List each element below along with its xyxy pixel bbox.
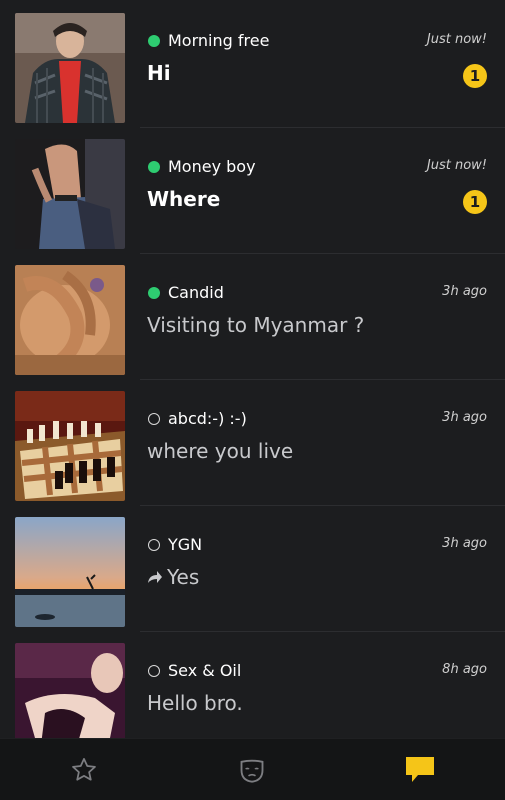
profile-photo[interactable]: [15, 13, 125, 123]
offline-status-icon: [148, 539, 160, 551]
message-preview: Hello bro.: [147, 691, 243, 715]
profile-photo[interactable]: [15, 139, 125, 249]
message-text: Yes: [167, 565, 200, 589]
conversation-row[interactable]: Money boy Just now! Where 1: [0, 128, 505, 254]
profile-photo[interactable]: [15, 391, 125, 501]
message-text: Where: [147, 187, 221, 211]
conversation-row[interactable]: abcd:-) :-) 3h ago where you live: [0, 380, 505, 506]
online-status-icon: [148, 161, 160, 173]
message-time: 3h ago: [442, 284, 487, 299]
online-status-icon: [148, 35, 160, 47]
contact-name: YGN: [168, 535, 203, 554]
contact-name: Money boy: [168, 157, 256, 176]
star-icon: [72, 757, 96, 781]
chat-bubble-icon: [406, 756, 434, 782]
tab-browse[interactable]: [168, 739, 336, 800]
contact-name: Candid: [168, 283, 224, 302]
message-preview: Where: [147, 187, 220, 211]
message-text: Hi: [147, 61, 171, 85]
contact-name: Sex & Oil: [168, 661, 242, 680]
conversation-list: Morning free Just now! Hi 1 Money boy Ju…: [0, 0, 505, 740]
conversation-row[interactable]: YGN 3h ago Yes: [0, 506, 505, 632]
reply-arrow-icon: [148, 571, 162, 583]
conversation-row[interactable]: Candid 3h ago Visiting to Myanmar ?: [0, 254, 505, 380]
mask-icon: [240, 759, 264, 783]
message-preview: Hi: [147, 61, 171, 85]
message-text: where you live: [147, 439, 294, 463]
message-preview: Visiting to Myanmar ?: [147, 313, 364, 337]
conversation-row[interactable]: Morning free Just now! Hi 1: [0, 2, 505, 128]
message-preview: Yes: [147, 565, 199, 589]
message-time: 3h ago: [442, 536, 487, 551]
profile-photo[interactable]: [15, 643, 125, 740]
unread-badge: 1: [463, 190, 487, 214]
offline-status-icon: [148, 413, 160, 425]
contact-name: Morning free: [168, 31, 270, 50]
tab-chats[interactable]: [336, 739, 504, 800]
message-time: Just now!: [426, 32, 487, 47]
offline-status-icon: [148, 665, 160, 677]
online-status-icon: [148, 287, 160, 299]
profile-photo[interactable]: [15, 517, 125, 627]
contact-name: abcd:-) :-): [168, 409, 247, 428]
bottom-tab-bar: [0, 738, 505, 800]
message-text: Hello bro.: [147, 691, 243, 715]
message-preview: where you live: [147, 439, 293, 463]
message-text: Visiting to Myanmar ?: [147, 313, 365, 337]
message-time: 3h ago: [442, 410, 487, 425]
profile-photo[interactable]: [15, 265, 125, 375]
message-time: 8h ago: [442, 662, 487, 677]
unread-badge: 1: [463, 64, 487, 88]
conversation-row[interactable]: Sex & Oil 8h ago Hello bro.: [0, 632, 505, 740]
tab-favorites[interactable]: [0, 739, 168, 800]
message-time: Just now!: [426, 158, 487, 173]
